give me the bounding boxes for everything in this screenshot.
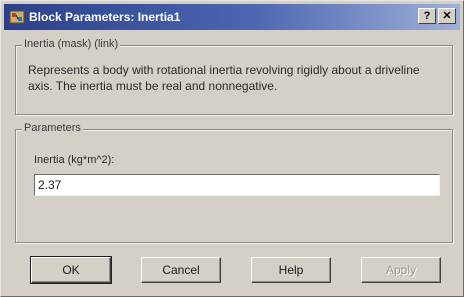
description-text: Represents a body with rotational inerti… <box>28 63 420 93</box>
question-mark-icon[interactable]: ? <box>418 8 436 24</box>
cancel-button[interactable]: Cancel <box>141 257 221 283</box>
block-parameters-dialog: Block Parameters: Inertia1 ? ✕ Inertia (… <box>0 0 464 297</box>
description-legend: Inertia (mask) (link) <box>22 38 121 50</box>
apply-button[interactable]: Apply <box>361 257 441 283</box>
window-title: Block Parameters: Inertia1 <box>29 10 181 24</box>
description-group: Inertia (mask) (link) Represents a body … <box>15 38 453 115</box>
title-bar[interactable]: Block Parameters: Inertia1 ? ✕ <box>4 4 460 30</box>
ok-button[interactable]: OK <box>30 256 112 284</box>
simulink-block-icon[interactable] <box>9 9 25 25</box>
inertia-label: Inertia (kg*m^2): <box>34 154 115 166</box>
help-button[interactable]: Help <box>251 257 331 283</box>
inertia-input[interactable] <box>34 174 440 196</box>
parameters-group: Parameters Inertia (kg*m^2): <box>15 122 453 243</box>
parameters-legend: Parameters <box>22 122 83 134</box>
close-icon[interactable]: ✕ <box>438 8 456 24</box>
